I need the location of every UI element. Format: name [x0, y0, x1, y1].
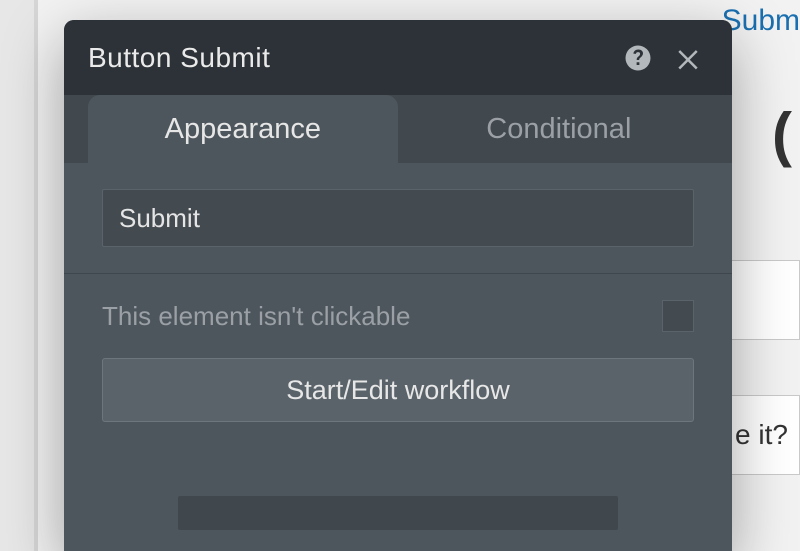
clickable-section: This element isn't clickable Start/Edit …: [64, 274, 732, 462]
not-clickable-checkbox[interactable]: [662, 300, 694, 332]
not-clickable-label: This element isn't clickable: [102, 301, 642, 332]
help-icon[interactable]: [618, 38, 658, 78]
collapsed-control-stub[interactable]: [178, 496, 618, 530]
dialog-title: Button Submit: [88, 42, 608, 74]
background-avatar-fragment: (: [772, 100, 792, 169]
background-field-2[interactable]: e it?: [730, 395, 800, 475]
background-field-1[interactable]: [730, 260, 800, 340]
caption-input[interactable]: [102, 189, 694, 247]
tab-appearance[interactable]: Appearance: [88, 95, 398, 163]
background-submit-link[interactable]: Subm: [722, 4, 800, 38]
close-icon[interactable]: [668, 38, 708, 78]
tab-conditional[interactable]: Conditional: [410, 95, 708, 163]
tabs: Appearance Conditional: [64, 95, 732, 163]
start-edit-workflow-button[interactable]: Start/Edit workflow: [102, 358, 694, 422]
caption-section: [64, 163, 732, 274]
property-editor-dialog: Button Submit Appearance Conditional Thi…: [64, 20, 732, 551]
